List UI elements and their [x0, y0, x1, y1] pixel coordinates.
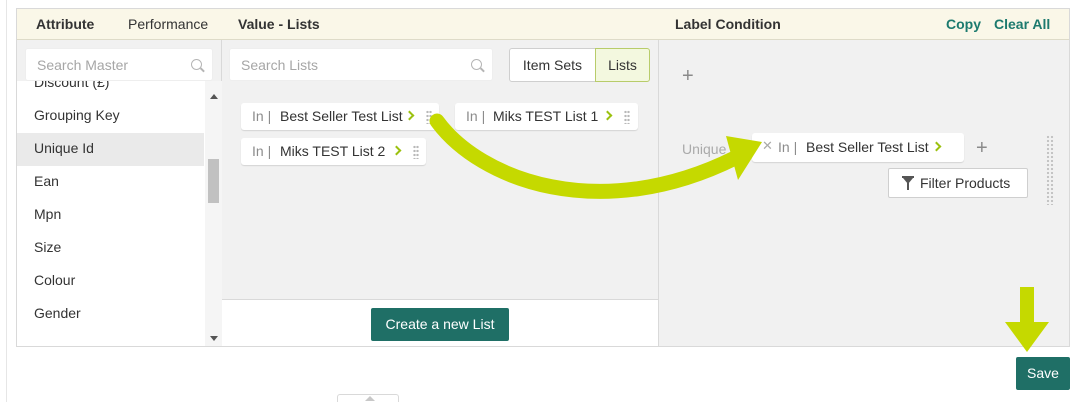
search-lists-input[interactable]: Search Lists	[229, 48, 493, 81]
page-edge	[6, 0, 7, 402]
create-list-button[interactable]: Create a new List	[371, 308, 509, 341]
search-lists-placeholder: Search Lists	[241, 57, 319, 73]
drag-handle-icon[interactable]	[624, 110, 630, 124]
editor-header: Attribute Performance Value - Lists Labe…	[17, 9, 1069, 40]
master-list-scrollbar[interactable]	[205, 81, 222, 346]
scroll-down-icon[interactable]	[210, 336, 218, 341]
chip-operator: In |	[778, 139, 798, 155]
label-condition-title: Label Condition	[675, 16, 781, 32]
drag-handle-icon[interactable]	[426, 110, 432, 124]
label-condition-panel: + Unique ✕ In | Best Seller Test List + …	[660, 40, 1069, 346]
toggle-item-sets[interactable]: Item Sets	[509, 48, 596, 82]
master-item-discount[interactable]: Discount (£)	[17, 81, 204, 100]
master-item-gender[interactable]: Gender	[17, 298, 204, 331]
master-item-grouping-key[interactable]: Grouping Key	[17, 100, 204, 133]
search-icon	[471, 59, 482, 70]
master-item-mpn[interactable]: Mpn	[17, 199, 204, 232]
chip-name: Miks TEST List 1	[493, 108, 599, 124]
chevron-right-icon[interactable]	[602, 110, 613, 121]
search-icon	[191, 59, 202, 70]
drag-handle-icon[interactable]	[1046, 135, 1054, 205]
master-item-ean[interactable]: Ean	[17, 166, 204, 199]
search-master-placeholder: Search Master	[37, 57, 129, 73]
search-master-input[interactable]: Search Master	[25, 48, 213, 81]
chip-operator: In |	[252, 108, 272, 124]
tab-performance[interactable]: Performance	[128, 16, 208, 32]
filter-products-label: Filter Products	[920, 175, 1011, 191]
master-item-unique-id[interactable]: Unique Id	[17, 133, 204, 166]
tab-attribute[interactable]: Attribute	[36, 16, 94, 32]
plus-icon[interactable]: +	[682, 66, 694, 86]
chip-operator: In |	[252, 143, 272, 159]
value-lists-title: Value - Lists	[238, 16, 320, 32]
save-button[interactable]: Save	[1016, 357, 1070, 390]
list-chip-best-seller[interactable]: In | Best Seller Test List	[241, 103, 439, 130]
master-item-size[interactable]: Size	[17, 232, 204, 265]
scrollbar-thumb[interactable]	[208, 159, 219, 203]
value-lists-panel: Search Lists Item Sets Lists In | Best S…	[222, 40, 659, 346]
chevron-right-icon[interactable]	[931, 141, 942, 152]
close-icon[interactable]: ✕	[762, 138, 773, 154]
condition-chip[interactable]: ✕ In | Best Seller Test List	[752, 133, 964, 162]
master-attribute-list: Discount (£) Grouping Key Unique Id Ean …	[17, 81, 222, 346]
chip-name: Best Seller Test List	[806, 139, 929, 155]
list-chip-miks-test-2[interactable]: In | Miks TEST List 2	[241, 138, 426, 165]
chip-name: Best Seller Test List	[280, 108, 403, 124]
chip-name: Miks TEST List 2	[280, 143, 386, 159]
toggle-lists[interactable]: Lists	[595, 48, 650, 82]
bottom-panel-toggle[interactable]	[337, 394, 399, 402]
list-chip-miks-test-1[interactable]: In | Miks TEST List 1	[455, 103, 638, 130]
chevron-right-icon[interactable]	[391, 145, 402, 156]
condition-field-label: Unique	[682, 141, 727, 157]
plus-icon[interactable]: +	[976, 138, 988, 158]
scroll-up-icon[interactable]	[210, 94, 218, 99]
value-lists-footer: Create a new List	[222, 299, 658, 346]
filter-products-button[interactable]: Filter Products	[888, 168, 1028, 198]
chip-operator: In |	[466, 108, 486, 124]
master-item-colour[interactable]: Colour	[17, 265, 204, 298]
drag-handle-icon[interactable]	[413, 145, 419, 159]
chevron-up-icon	[365, 396, 375, 401]
filter-icon	[902, 176, 914, 190]
label-editor: Attribute Performance Value - Lists Labe…	[16, 8, 1070, 347]
clear-all-link[interactable]: Clear All	[994, 16, 1050, 32]
chevron-right-icon[interactable]	[404, 110, 415, 121]
copy-link[interactable]: Copy	[946, 16, 981, 32]
master-attributes-panel: Search Master Discount (£) Grouping Key …	[17, 40, 222, 346]
